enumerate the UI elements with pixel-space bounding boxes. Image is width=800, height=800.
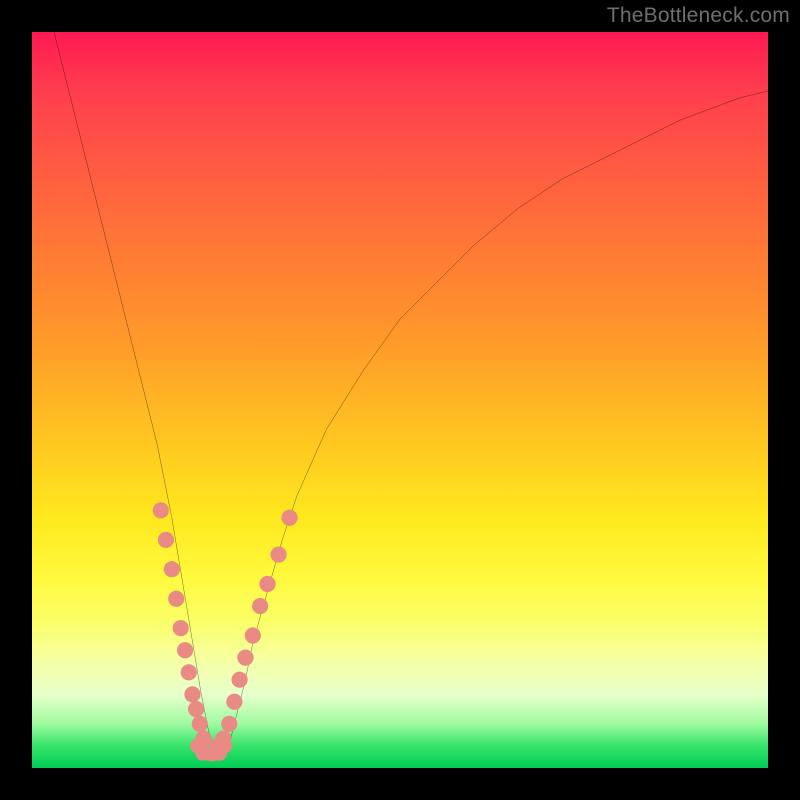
watermark-text: TheBottleneck.com [607,4,790,28]
marker-dot [270,546,286,562]
marker-dot [221,716,237,732]
curve-layer [54,32,768,753]
marker-dot [252,598,268,614]
marker-dot [259,576,275,592]
marker-dot [164,561,180,577]
marker-dot [192,716,208,732]
marker-dot [184,686,200,702]
marker-dot [282,510,298,526]
marker-dot [231,672,247,688]
marker-dot [168,591,184,607]
marker-dot [217,739,232,754]
marker-dot [181,664,197,680]
marker-dots-left [153,502,212,746]
bottleneck-curve [54,32,768,753]
marker-dot [226,694,242,710]
marker-dot [158,532,174,548]
marker-dot [173,620,189,636]
plot-area [32,32,768,768]
marker-dot [237,650,253,666]
chart-frame: TheBottleneck.com [0,0,800,800]
marker-dot [245,627,261,643]
chart-svg [32,32,768,768]
marker-dot [177,642,193,658]
marker-dot [153,502,169,518]
marker-dots-right [204,510,297,762]
marker-dot [188,701,204,717]
